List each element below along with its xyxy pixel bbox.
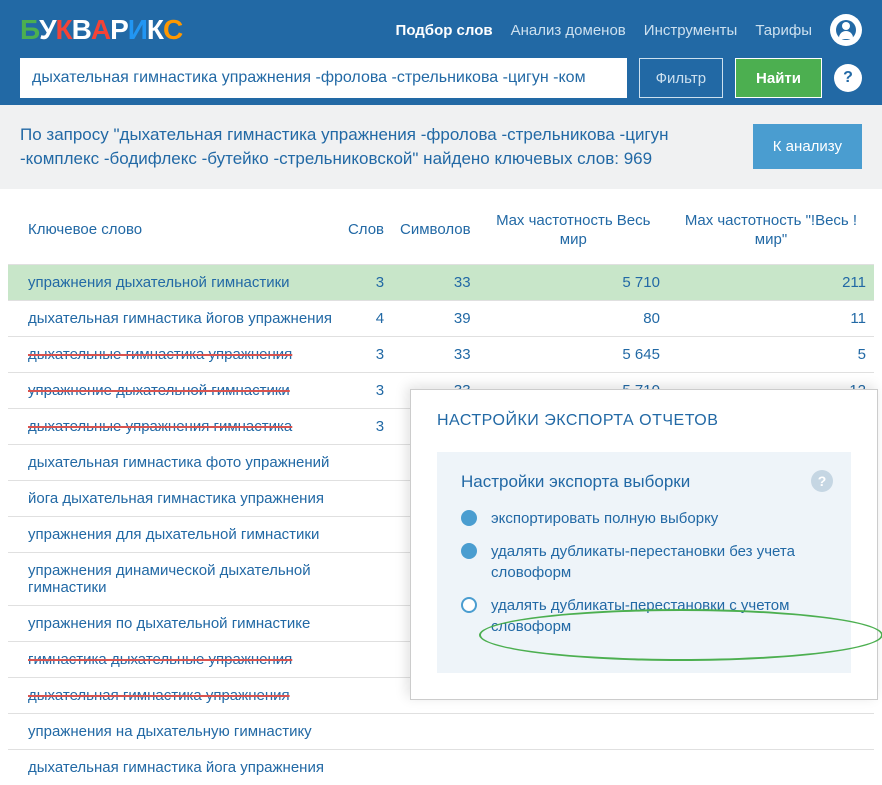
cell-value: 5 645: [479, 336, 668, 372]
cell-value: [340, 641, 392, 677]
cell-value: [340, 749, 392, 785]
cell-value: [392, 713, 479, 749]
cell-value: 11: [668, 300, 874, 336]
cell-value: 3: [340, 408, 392, 444]
table-row[interactable]: упражнения на дыхательную гимнастику: [8, 713, 874, 749]
export-box: ? Настройки экспорта выборки экспортиров…: [437, 452, 851, 673]
table-row[interactable]: дыхательная гимнастика йога упражнения: [8, 749, 874, 785]
keyword-text[interactable]: упражнения динамической дыхательной гимн…: [28, 562, 311, 596]
table-row[interactable]: дыхательные гимнастика упражнения3335 64…: [8, 336, 874, 372]
cell-value: [340, 480, 392, 516]
cell-value: 3: [340, 336, 392, 372]
export-option-withforms[interactable]: удалять дубликаты-перестановки с учетом …: [461, 595, 827, 637]
keyword-text[interactable]: дыхательная гимнастика упражнения: [28, 687, 290, 704]
cell-value: [479, 713, 668, 749]
nav-analyze-domains[interactable]: Анализ доменов: [511, 22, 626, 39]
keyword-text[interactable]: дыхательные гимнастика упражнения: [28, 346, 292, 363]
cell-value: [668, 749, 874, 785]
analyze-button[interactable]: К анализу: [753, 124, 862, 169]
top-header: Б У К В А Р И К С Подбор слов Анализ дом…: [0, 0, 882, 105]
keyword-text[interactable]: дыхательная гимнастика фото упражнений: [28, 454, 329, 471]
export-subtitle: Настройки экспорта выборки: [461, 472, 827, 492]
export-help-icon[interactable]: ?: [811, 470, 833, 492]
th-freq-all[interactable]: Max частотность Весь мир: [479, 189, 668, 265]
cell-value: [668, 713, 874, 749]
export-option-noforms[interactable]: удалять дубликаты-перестановки без учета…: [461, 541, 827, 583]
cell-value: 4: [340, 300, 392, 336]
cell-value: [340, 605, 392, 641]
keyword-text[interactable]: йога дыхательная гимнастика упражнения: [28, 490, 324, 507]
keyword-text[interactable]: упражнения дыхательной гимнастики: [28, 274, 290, 291]
radio-icon: [461, 510, 477, 526]
export-panel: НАСТРОЙКИ ЭКСПОРТА ОТЧЕТОВ ? Настройки э…: [410, 389, 878, 700]
cell-value: 211: [668, 264, 874, 300]
cell-value: [340, 552, 392, 605]
cell-value: 80: [479, 300, 668, 336]
th-freq-exact[interactable]: Max частотность "!Весь !мир": [668, 189, 874, 265]
nav-tariffs[interactable]: Тарифы: [755, 22, 812, 39]
result-text: По запросу "дыхательная гимнастика упраж…: [20, 123, 753, 171]
nav-pick-words[interactable]: Подбор слов: [396, 22, 493, 39]
keyword-text[interactable]: гимнастика дыхательные упражнения: [28, 651, 292, 668]
user-icon: [836, 20, 856, 40]
nav-tools[interactable]: Инструменты: [644, 22, 738, 39]
table-row[interactable]: упражнения дыхательной гимнастики3335 71…: [8, 264, 874, 300]
cell-value: 33: [392, 336, 479, 372]
table-row[interactable]: дыхательная гимнастика йогов упражнения 4…: [8, 300, 874, 336]
th-words[interactable]: Слов: [340, 189, 392, 265]
help-button[interactable]: ?: [834, 64, 862, 92]
user-avatar[interactable]: [830, 14, 862, 46]
keyword-text[interactable]: дыхательная гимнастика йогов упражнения: [28, 310, 332, 327]
radio-icon: [461, 543, 477, 559]
find-button[interactable]: Найти: [735, 58, 822, 98]
cell-value: [340, 713, 392, 749]
radio-icon: [461, 597, 477, 613]
th-keyword[interactable]: Ключевое слово: [8, 189, 340, 265]
main-nav: Подбор слов Анализ доменов Инструменты Т…: [396, 14, 862, 46]
keyword-text[interactable]: упражнения по дыхательной гимнастике: [28, 615, 310, 632]
cell-value: 5 710: [479, 264, 668, 300]
cell-value: 3: [340, 264, 392, 300]
keyword-text[interactable]: дыхательные упражнения гимнастика: [28, 418, 292, 435]
cell-value: [340, 516, 392, 552]
cell-value: 39: [392, 300, 479, 336]
search-input[interactable]: [20, 58, 627, 98]
cell-value: [340, 444, 392, 480]
export-option-full[interactable]: экспортировать полную выборку: [461, 508, 827, 529]
export-title: НАСТРОЙКИ ЭКСПОРТА ОТЧЕТОВ: [437, 412, 851, 430]
cell-value: [340, 677, 392, 713]
result-bar: По запросу "дыхательная гимнастика упраж…: [0, 105, 882, 189]
cell-value: 5: [668, 336, 874, 372]
cell-value: [392, 749, 479, 785]
th-chars[interactable]: Символов: [392, 189, 479, 265]
filter-button[interactable]: Фильтр: [639, 58, 723, 98]
keyword-text[interactable]: дыхательная гимнастика йога упражнения: [28, 759, 324, 776]
keyword-text[interactable]: упражнения на дыхательную гимнастику: [28, 723, 312, 740]
cell-value: 3: [340, 372, 392, 408]
cell-value: [479, 749, 668, 785]
keyword-text[interactable]: упражнение дыхательной гимнастики: [28, 382, 290, 399]
cell-value: 33: [392, 264, 479, 300]
keyword-text[interactable]: упражнения для дыхательной гимнастики: [28, 526, 319, 543]
logo[interactable]: Б У К В А Р И К С: [20, 14, 182, 46]
